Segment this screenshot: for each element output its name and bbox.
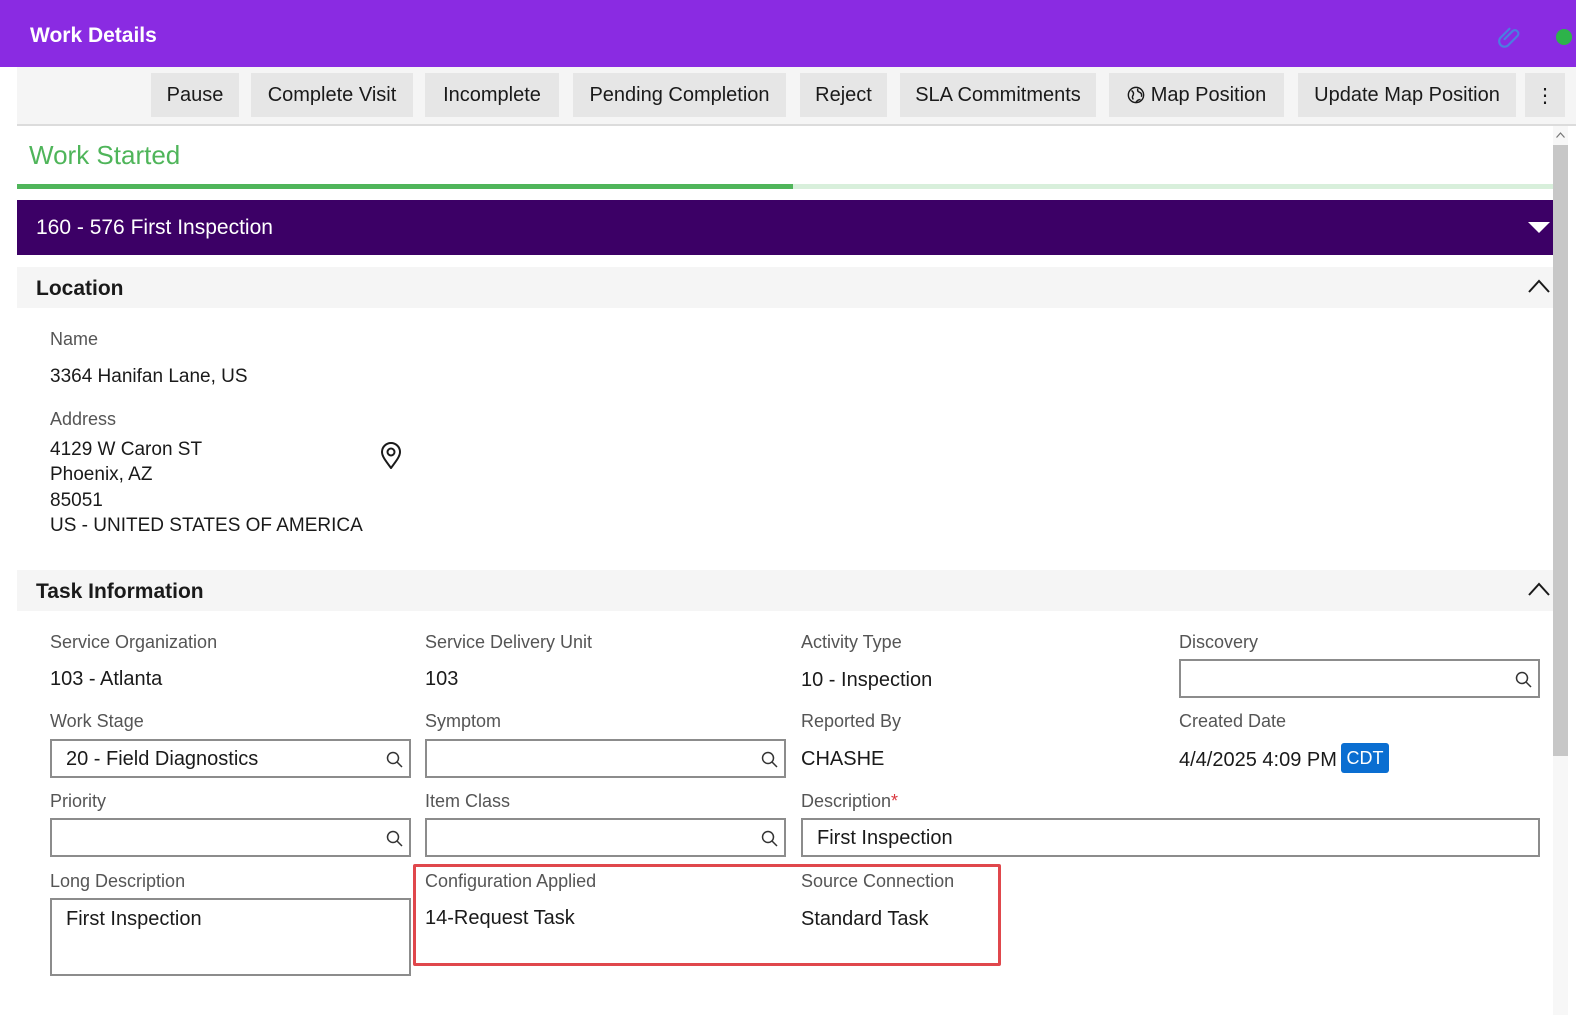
priority-field[interactable] <box>50 818 411 857</box>
search-icon[interactable] <box>386 751 403 768</box>
description-label-text: Description <box>801 791 892 811</box>
caret-down-icon[interactable] <box>1528 222 1550 233</box>
task-information-heading: Task Information <box>36 580 204 603</box>
page-title: Work Details <box>30 24 157 47</box>
scrollbar-thumb[interactable] <box>1553 145 1568 756</box>
complete-visit-button[interactable]: Complete Visit <box>251 73 413 117</box>
sla-commitments-button[interactable]: SLA Commitments <box>900 73 1096 117</box>
pause-button[interactable]: Pause <box>151 73 239 117</box>
service-organization-label: Service Organization <box>50 632 218 652</box>
required-marker: * <box>891 791 899 811</box>
address-line-3: 85051 <box>50 490 103 511</box>
created-date-label: Created Date <box>1179 711 1287 731</box>
chevron-up-icon[interactable] <box>1528 279 1550 293</box>
item-class-field[interactable] <box>425 818 786 857</box>
address-label: Address <box>50 409 117 429</box>
location-name-value: 3364 Hanifan Lane, US <box>50 366 248 387</box>
map-position-label: Map Position <box>1150 83 1267 106</box>
description-field[interactable]: First Inspection <box>801 818 1540 857</box>
priority-label: Priority <box>50 791 107 811</box>
search-icon[interactable] <box>761 830 778 847</box>
work-details-window: Work Details Pause Complete Visit Incomp… <box>0 0 1576 1015</box>
service-organization-value: 103 - Atlanta <box>50 668 163 690</box>
update-map-position-button[interactable]: Update Map Position <box>1298 73 1516 117</box>
address-line-1: 4129 W Caron ST <box>50 439 203 460</box>
search-icon[interactable] <box>1515 671 1532 688</box>
chevron-up-icon[interactable] <box>1528 582 1550 596</box>
map-pin-icon[interactable] <box>380 442 402 469</box>
action-toolbar: Pause Complete Visit Incomplete Pending … <box>17 67 1576 126</box>
scroll-up-icon[interactable] <box>1556 132 1565 138</box>
search-icon[interactable] <box>386 830 403 847</box>
created-date-value: 4/4/2025 4:09 PM <box>1179 749 1337 771</box>
discovery-field[interactable] <box>1179 659 1540 698</box>
reported-by-label: Reported By <box>801 711 902 731</box>
work-stage-label: Work Stage <box>50 711 144 731</box>
address-country-clip: US - UNITED STATES OF AMERICA (THE) <box>50 515 366 541</box>
vertical-scrollbar[interactable] <box>1553 126 1568 1015</box>
symptom-label: Symptom <box>425 711 502 731</box>
work-progress-fill <box>17 184 794 189</box>
map-position-button[interactable]: Map Position <box>1109 73 1284 117</box>
address-line-2: Phoenix, AZ <box>50 464 153 485</box>
work-stage-value: 20 - Field Diagnostics <box>66 748 259 770</box>
service-delivery-unit-label: Service Delivery Unit <box>425 632 593 652</box>
long-description-value: First Inspection <box>66 908 202 930</box>
more-actions-button[interactable]: ⋮ <box>1525 73 1565 117</box>
reject-button[interactable]: Reject <box>800 73 887 117</box>
pending-completion-button[interactable]: Pending Completion <box>573 73 786 117</box>
task-header[interactable]: 160 - 576 First Inspection <box>17 200 1554 255</box>
long-description-label: Long Description <box>50 871 186 891</box>
item-class-label: Item Class <box>425 791 511 811</box>
activity-type-label: Activity Type <box>801 632 902 652</box>
highlight-annotation-box <box>413 864 1001 966</box>
search-icon[interactable] <box>761 751 778 768</box>
globe-icon <box>1127 86 1145 104</box>
incomplete-button[interactable]: Incomplete <box>425 73 559 117</box>
work-status-label: Work Started <box>29 140 181 170</box>
long-description-textarea[interactable]: First Inspection <box>50 898 411 976</box>
location-section-header[interactable]: Location <box>17 267 1554 308</box>
paperclip-icon[interactable] <box>1497 25 1523 51</box>
symptom-field[interactable] <box>425 739 786 778</box>
timezone-badge: CDT <box>1341 743 1389 773</box>
online-status-icon <box>1556 29 1572 45</box>
title-bar: Work Details <box>0 0 1576 67</box>
location-name-label: Name <box>50 329 99 349</box>
description-label: Description* <box>801 791 898 812</box>
service-delivery-unit-value: 103 <box>425 668 459 690</box>
work-stage-field[interactable]: 20 - Field Diagnostics <box>50 739 411 778</box>
address-line-4: US - UNITED STATES OF AMERICA (THE) <box>50 515 366 536</box>
work-progress-bar <box>17 184 1554 189</box>
activity-type-value: 10 - Inspection <box>801 669 933 691</box>
task-information-section-header[interactable]: Task Information <box>17 570 1554 611</box>
discovery-label: Discovery <box>1179 632 1259 652</box>
location-heading: Location <box>36 277 124 300</box>
reported-by-value: CHASHE <box>801 748 885 770</box>
task-title: 160 - 576 First Inspection <box>36 216 273 239</box>
description-value: First Inspection <box>817 827 953 849</box>
